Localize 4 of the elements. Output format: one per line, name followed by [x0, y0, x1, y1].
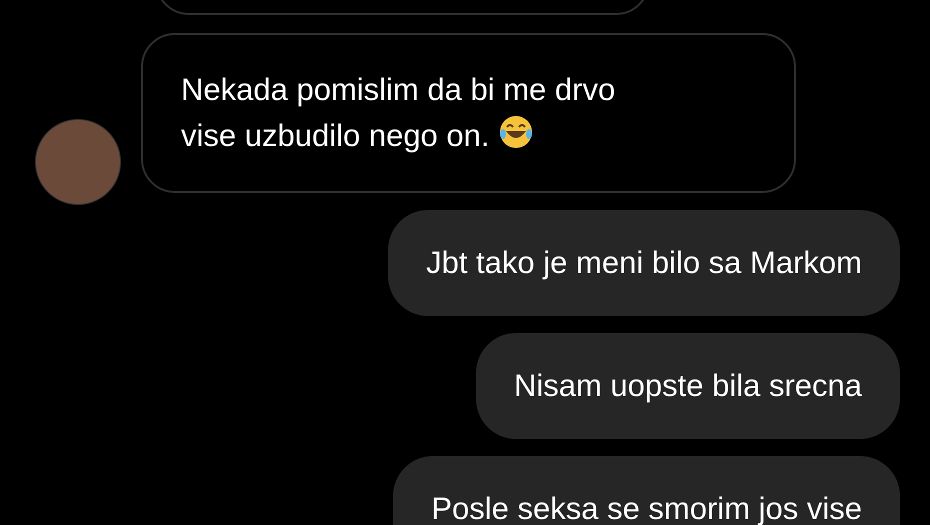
message-text-line: Nisam uopste bila srecna	[514, 367, 862, 405]
message-text-line: Jbt tako je meni bilo sa Markom	[426, 244, 862, 282]
message-text-line: Nekada pomislim da bi me drvo	[181, 71, 616, 109]
message-text-line: vise uzbudilo nego on.	[181, 118, 490, 153]
